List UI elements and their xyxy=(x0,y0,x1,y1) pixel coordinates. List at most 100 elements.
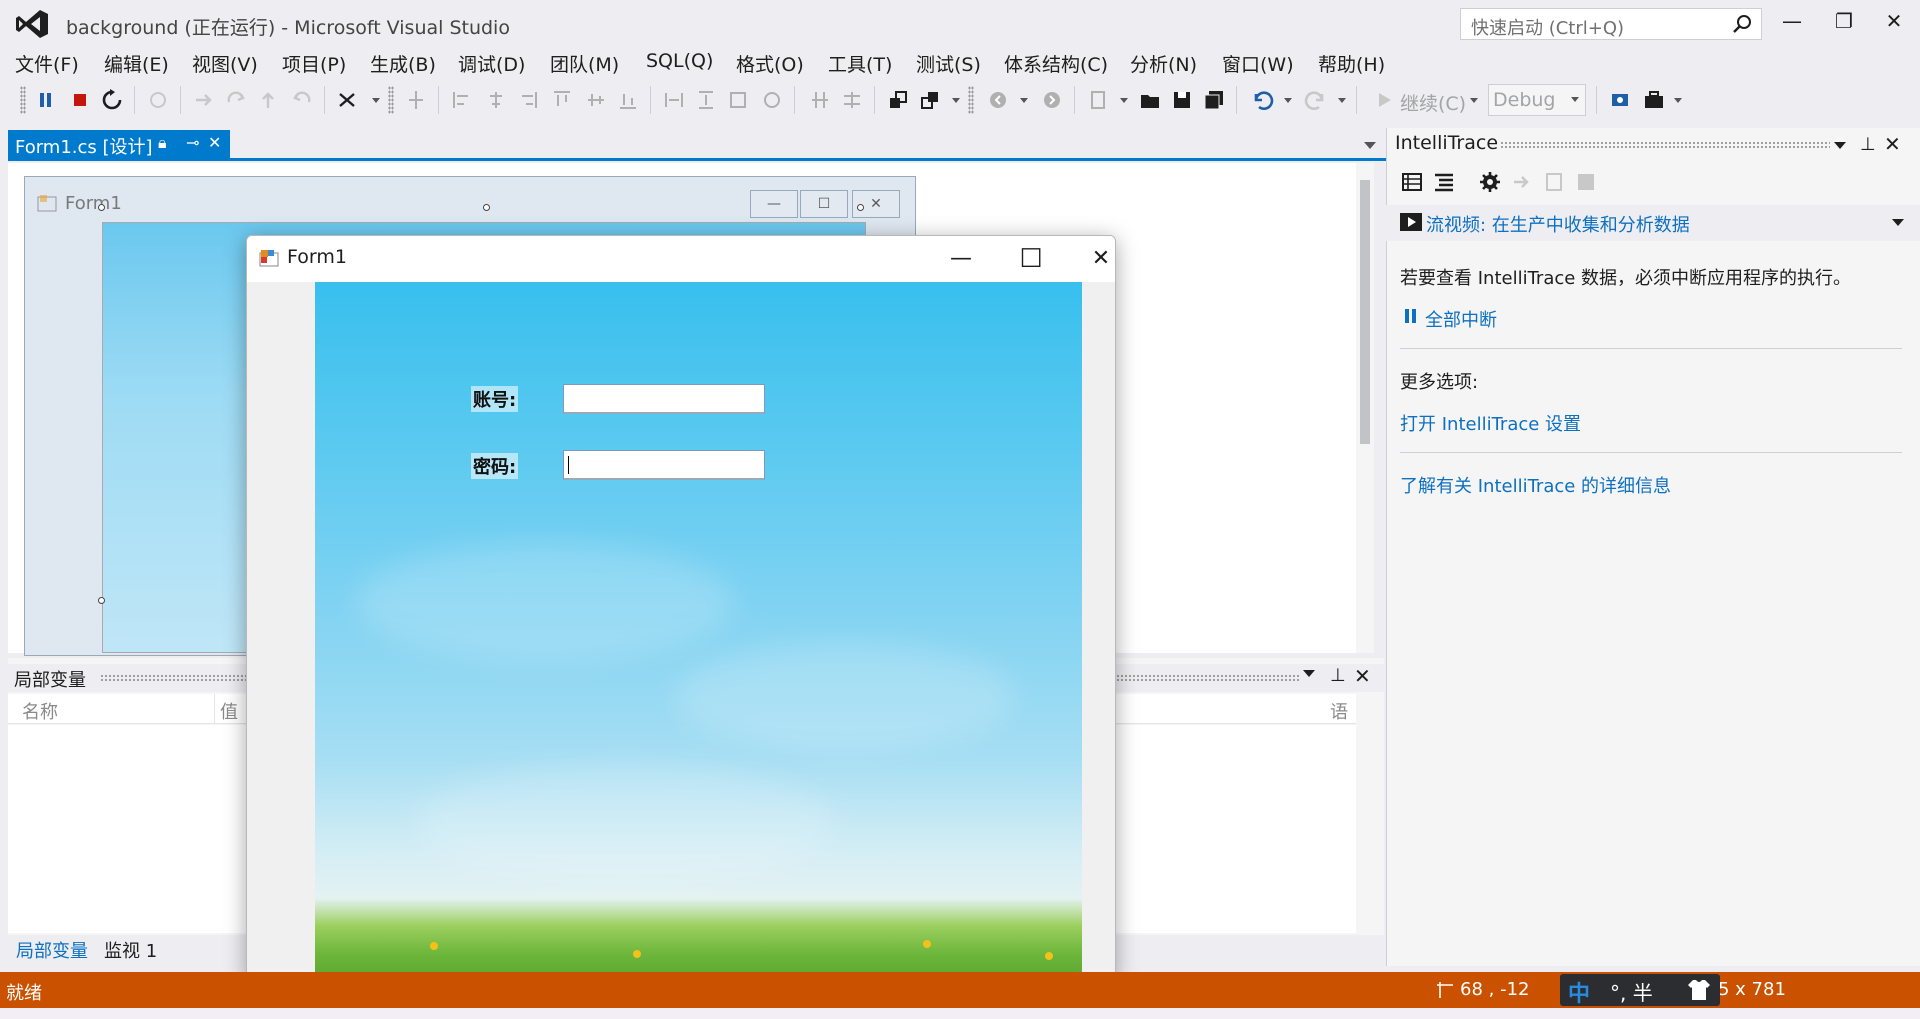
tab-list-dropdown-icon[interactable] xyxy=(1364,142,1376,149)
tab-locals[interactable]: 局部变量 xyxy=(16,937,88,963)
align-right-icon[interactable] xyxy=(516,88,540,112)
send-to-back-icon[interactable] xyxy=(918,88,942,112)
navigate-back-icon[interactable] xyxy=(986,88,1010,112)
make-same-size-icon[interactable] xyxy=(726,88,750,112)
bring-to-front-icon[interactable] xyxy=(886,88,910,112)
window-position-dropdown-icon[interactable] xyxy=(1303,670,1315,677)
column-name[interactable]: 名称 xyxy=(22,698,58,724)
tab-watch-1[interactable]: 监视 1 xyxy=(104,937,157,963)
menu-edit[interactable]: 编辑(E) xyxy=(104,50,169,77)
align-bottom-icon[interactable] xyxy=(616,88,640,112)
column-value[interactable]: 值 xyxy=(220,698,238,724)
navigate-forward-icon[interactable] xyxy=(1040,88,1064,112)
save-all-icon[interactable] xyxy=(1202,88,1226,112)
intellitrace-video-banner[interactable]: 流视频: 在生产中收集和分析数据 xyxy=(1386,205,1920,241)
menu-analyze[interactable]: 分析(N) xyxy=(1130,50,1197,77)
menu-test[interactable]: 测试(S) xyxy=(916,50,981,77)
auto-hide-pin-icon[interactable]: ⊥ xyxy=(1330,665,1346,686)
menu-architecture[interactable]: 体系结构(C) xyxy=(1004,50,1108,77)
menu-file[interactable]: 文件(F) xyxy=(15,50,79,77)
close-panel-icon[interactable]: ✕ xyxy=(1884,132,1901,156)
show-next-statement-icon[interactable] xyxy=(146,88,170,112)
vertical-spacing-icon[interactable] xyxy=(840,88,864,112)
step-over-icon[interactable] xyxy=(224,88,248,112)
window-position-dropdown-icon[interactable] xyxy=(1834,142,1846,149)
continue-label[interactable]: 继续(C) xyxy=(1400,89,1466,116)
menu-team[interactable]: 团队(M) xyxy=(550,50,619,77)
running-form-titlebar[interactable]: Form1 — ☐ ✕ xyxy=(247,236,1115,282)
undo-icon[interactable] xyxy=(1250,88,1274,112)
step-back-icon[interactable] xyxy=(290,88,314,112)
redo-icon[interactable] xyxy=(1304,88,1328,112)
menu-project[interactable]: 项目(P) xyxy=(282,50,346,77)
menu-view[interactable]: 视图(V) xyxy=(192,50,258,77)
open-session-icon[interactable] xyxy=(1510,170,1534,194)
continue-icon[interactable] xyxy=(1372,88,1396,112)
make-same-height-icon[interactable] xyxy=(694,88,718,112)
step-into-icon[interactable] xyxy=(192,88,216,112)
menu-build[interactable]: 生成(B) xyxy=(370,50,436,77)
form-minimize-button[interactable]: — xyxy=(941,244,981,274)
align-icon[interactable] xyxy=(404,88,428,112)
export-icon[interactable] xyxy=(1542,170,1566,194)
form-maximize-button[interactable]: ☐ xyxy=(1011,244,1051,274)
step-out-icon[interactable] xyxy=(256,88,280,112)
align-middle-icon[interactable] xyxy=(584,88,608,112)
pin-icon[interactable]: ⊸ xyxy=(186,133,199,152)
dropdown-arrow-icon[interactable] xyxy=(372,98,380,103)
resize-handle[interactable] xyxy=(98,597,105,604)
toolbox-icon[interactable] xyxy=(1642,88,1666,112)
menu-debug[interactable]: 调试(D) xyxy=(458,50,525,77)
dropdown-arrow-icon[interactable] xyxy=(952,98,960,103)
account-input[interactable] xyxy=(563,384,765,414)
make-same-width-icon[interactable] xyxy=(662,88,686,112)
form-close-button[interactable]: ✕ xyxy=(1081,244,1115,274)
new-project-icon[interactable] xyxy=(1086,88,1110,112)
close-panel-icon[interactable]: ✕ xyxy=(1354,664,1371,688)
locals-scrollbar[interactable] xyxy=(1356,694,1374,932)
ime-mode[interactable]: 中 xyxy=(1568,976,1590,1008)
menu-help[interactable]: 帮助(H) xyxy=(1318,50,1385,77)
search-icon[interactable] xyxy=(1731,13,1753,35)
learn-more-link[interactable]: 了解有关 IntelliTrace 的详细信息 xyxy=(1400,472,1671,498)
designer-scroll-thumb[interactable] xyxy=(1360,180,1370,444)
close-tab-icon[interactable]: ✕ xyxy=(208,133,221,152)
horizontal-spacing-icon[interactable] xyxy=(808,88,832,112)
video-link[interactable]: 流视频: 在生产中收集和分析数据 xyxy=(1426,211,1690,237)
chevron-down-icon[interactable] xyxy=(1892,219,1904,226)
menu-window[interactable]: 窗口(W) xyxy=(1222,50,1294,77)
menu-tools[interactable]: 工具(T) xyxy=(828,50,892,77)
resize-handle[interactable] xyxy=(857,204,864,211)
toolbar-grip[interactable] xyxy=(20,86,26,114)
save-icon[interactable] xyxy=(1170,88,1194,112)
tab-form1-design[interactable]: Form1.cs [设计] 🔒︎ ⊸ ✕ xyxy=(8,130,230,160)
settings-gear-icon[interactable] xyxy=(1478,170,1502,194)
restore-button[interactable]: ❐ xyxy=(1824,6,1864,36)
align-top-icon[interactable] xyxy=(550,88,574,112)
running-form-window[interactable]: Form1 — ☐ ✕ 账号: 密码: xyxy=(246,235,1116,981)
quick-launch-input[interactable]: 快速启动 (Ctrl+Q) xyxy=(1460,8,1762,40)
auto-hide-pin-icon[interactable]: ⊥ xyxy=(1860,134,1876,155)
open-settings-link[interactable]: 打开 IntelliTrace 设置 xyxy=(1400,410,1581,436)
size-to-grid-icon[interactable] xyxy=(760,88,784,112)
calls-view-icon[interactable] xyxy=(1432,170,1456,194)
resize-handle[interactable] xyxy=(98,204,105,211)
restart-icon[interactable] xyxy=(100,88,124,112)
save-session-icon[interactable] xyxy=(1574,170,1598,194)
stop-icon[interactable] xyxy=(68,88,92,112)
password-input[interactable] xyxy=(563,450,765,480)
resize-handle[interactable] xyxy=(483,204,490,211)
solution-configuration-select[interactable]: Debug xyxy=(1488,84,1586,116)
ime-skin-icon[interactable] xyxy=(1686,978,1712,1002)
align-left-icon[interactable] xyxy=(450,88,474,112)
events-view-icon[interactable] xyxy=(1400,170,1424,194)
pause-icon[interactable] xyxy=(34,88,58,112)
break-all-link[interactable]: 全部中断 xyxy=(1425,306,1497,332)
hex-display-icon[interactable] xyxy=(336,88,360,112)
align-center-icon[interactable] xyxy=(484,88,508,112)
find-in-files-icon[interactable] xyxy=(1608,88,1632,112)
close-button[interactable]: ✕ xyxy=(1874,6,1914,36)
minimize-button[interactable]: — xyxy=(1772,6,1812,36)
ime-punctuation-width[interactable]: °, 半 xyxy=(1610,977,1653,1006)
menu-format[interactable]: 格式(O) xyxy=(736,50,804,77)
